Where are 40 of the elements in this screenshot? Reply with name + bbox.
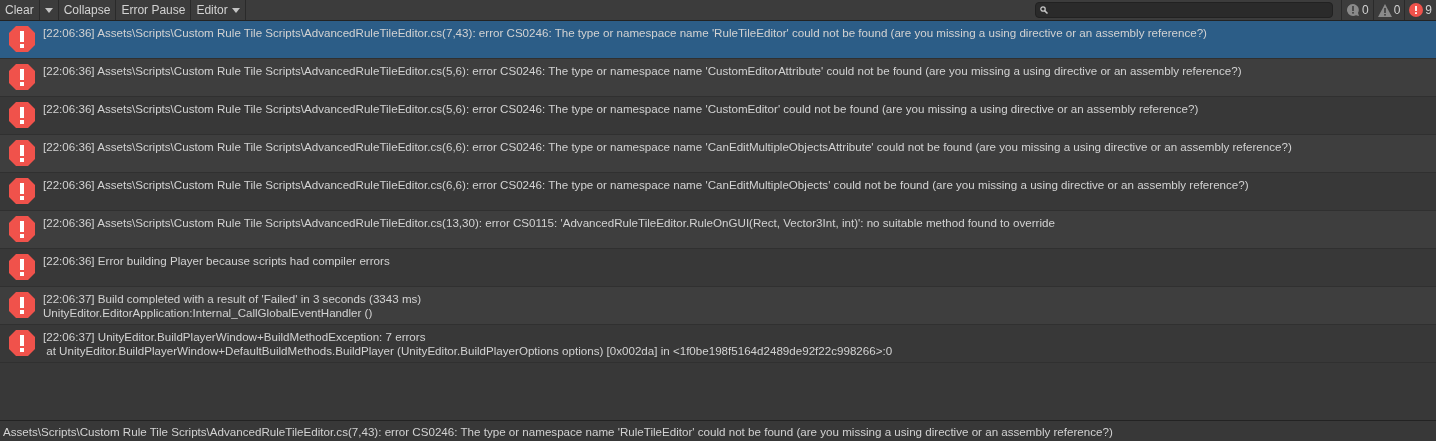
error-icon (1409, 3, 1424, 17)
log-filter-toggle[interactable]: 9 (1404, 0, 1436, 20)
log-message: UnityEditor.EditorApplication:Internal_CallGlobalEventHandler () (43, 306, 374, 320)
log-filter-toggle[interactable]: 0 (1372, 0, 1405, 20)
dropdown-button[interactable]: Editor (191, 0, 246, 20)
log-filter-toggle[interactable]: 0 (1340, 0, 1373, 20)
clear-button[interactable]: Clear (0, 0, 40, 20)
error-icon (8, 253, 36, 281)
error-icon (8, 215, 36, 243)
search-icon (1039, 6, 1048, 14)
error-icon (8, 177, 36, 205)
log-message: [22:06:36] Assets\Scripts\Custom Rule Tile Scripts\AdvancedRuleTileEditor.cs(7,43): error CS0246: The type or namespace name 'RuleTileEditor' could not be found (are you missing a using directive or an assembly reference?) (43, 26, 1207, 40)
error-icon (8, 25, 36, 53)
log-entry[interactable] (0, 135, 1436, 173)
error-icon (8, 329, 36, 357)
log-message: [22:06:36] Assets\Scripts\Custom Rule Tile Scripts\AdvancedRuleTileEditor.cs(13,30): error CS0115: 'AdvancedRuleTileEditor.RuleOnGUI(Rect, Vector3Int, int)': no suitable method found to override (43, 216, 1055, 230)
log-entry[interactable]: [22:06:36] Assets\Scripts\Custom Rule Tile Scripts\AdvancedRuleTileEditor.cs(13,30): error CS0115: 'AdvancedRuleTileEditor.RuleOnGUI(Rect, Vector3Int, int)': no suitable method found to override (0, 211, 1436, 249)
toggle-button[interactable]: Collapse (58, 0, 117, 20)
info-icon (1345, 3, 1360, 17)
error-icon (8, 291, 36, 319)
log-message: [22:06:36] Assets\Scripts\Custom Rule Tile Scripts\AdvancedRuleTileEditor.cs(5,6): error CS0246: The type or namespace name 'CustomEditorAttribute' could not be found (are you missing a using directive or an assembly reference?) (43, 64, 1242, 78)
status-message: Assets\Scripts\Custom Rule Tile Scripts\AdvancedRuleTileEditor.cs(7,43): error CS0246: The type or namespace name 'RuleTileEditor' could not be found (are you missing a using directive or an assembly reference?) (3, 424, 1113, 438)
error-icon (8, 101, 36, 129)
log-entry[interactable]: [22:06:37] Build completed with a result of 'Failed' in 3 seconds (3343 ms) UnityEditor.EditorApplication:Internal_CallGlobalEventHandler () (0, 287, 1436, 325)
log-message: at UnityEditor.BuildPlayerWindow+DefaultBuildMethods.BuildPlayer (UnityEditor.BuildPlayerOptions options) [0x002da] in <1f0be198f5164d2489de92f22c998266>:0 (45, 344, 893, 358)
error-icon (8, 139, 36, 167)
log-message: [22:06:37] UnityEditor.BuildPlayerWindow+BuildMethodException: 7 errors (43, 330, 427, 344)
warning-icon (1377, 3, 1392, 17)
log-message: [22:06:36] Assets\Scripts\Custom Rule Tile Scripts\AdvancedRuleTileEditor.cs(5,6): error CS0246: The type or namespace name 'CustomEditor' could not be found (are you missing a using directive or an assembly reference?) (43, 102, 1199, 116)
log-entry[interactable] (0, 59, 1436, 97)
log-message: [22:06:36] Assets\Scripts\Custom Rule Tile Scripts\AdvancedRuleTileEditor.cs(6,6): error CS0246: The type or namespace name 'CanEditMultipleObjectsAttribute' could not be found (are you missing a using directive or an assembly reference?) (43, 140, 1292, 154)
log-message: [22:06:37] Build completed with a result of 'Failed' in 3 seconds (3343 ms) (43, 292, 422, 306)
log-message: [22:06:36] Assets\Scripts\Custom Rule Tile Scripts\AdvancedRuleTileEditor.cs(6,6): error CS0246: The type or namespace name 'CanEditMultipleObjects' could not be found (are you missing a using directive or an assembly reference?) (43, 178, 1249, 192)
search-field[interactable] (1034, 2, 1333, 18)
caret-icon (44, 7, 53, 13)
error-icon (8, 63, 36, 91)
toggle-button[interactable]: Error Pause (116, 0, 192, 20)
log-entry[interactable] (0, 21, 1436, 59)
log-message: [22:06:36] Error building Player because scripts had compiler errors (43, 254, 390, 268)
caret-icon (231, 7, 240, 13)
